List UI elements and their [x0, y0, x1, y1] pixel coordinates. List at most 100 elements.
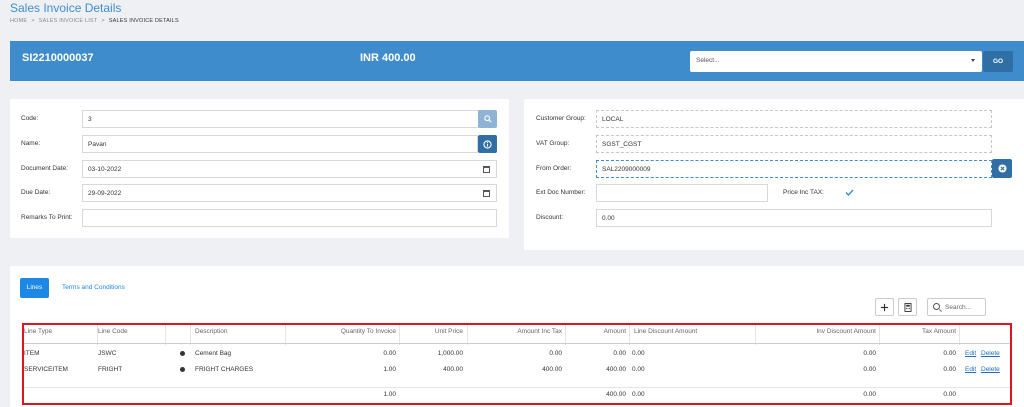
plus-icon — [880, 303, 889, 311]
cell-amount-inc-tax: 400.00 — [542, 366, 562, 373]
ext-doc-number-label: Ext Doc Number: — [536, 189, 586, 196]
header-description[interactable]: Description — [195, 328, 228, 335]
cell-unit-price: 1,000.00 — [437, 350, 463, 357]
name-label: Name: — [21, 140, 41, 147]
document-date-label: Document Date: — [21, 165, 68, 172]
lines-panel: Lines Terms and Conditions Search... Lin… — [10, 266, 1024, 407]
code-search-button[interactable] — [478, 110, 497, 128]
caret-down-icon — [971, 59, 975, 62]
name-field[interactable]: Pavan — [82, 135, 478, 153]
page-title: Sales Invoice Details — [10, 1, 122, 15]
header-amount-inc-tax[interactable]: Amount Inc Tax — [517, 328, 562, 335]
edit-link[interactable]: Edit — [965, 350, 976, 357]
invoice-lines-grid: Line Type Line Code Description Quantity… — [22, 323, 1012, 405]
tab-lines[interactable]: Lines — [20, 278, 49, 298]
cell-quantity: 1.00 — [383, 366, 396, 373]
vat-group-label: VAT Group: — [536, 140, 570, 147]
search-icon — [483, 115, 492, 123]
cell-tax-amount: 0.00 — [943, 350, 956, 357]
customer-group-field[interactable]: LOCAL — [596, 110, 992, 128]
info-icon[interactable] — [180, 367, 185, 372]
document-date-value: 03-10-2022 — [88, 166, 122, 173]
invoice-header-banner: SI2210000037 INR 400.00 Select... GO — [10, 41, 1024, 81]
tab-terms-and-conditions[interactable]: Terms and Conditions — [62, 284, 125, 291]
calculator-icon — [903, 302, 912, 312]
due-date-value: 29-09-2022 — [88, 190, 122, 197]
total-quantity: 1.00 — [383, 391, 396, 398]
grid-search-placeholder: Search... — [945, 304, 972, 311]
calculator-button[interactable] — [898, 298, 917, 316]
action-select-placeholder: Select... — [696, 57, 720, 64]
price-inc-tax-label: Price Inc TAX: — [783, 189, 824, 196]
action-select[interactable]: Select... — [690, 51, 982, 72]
customer-group-label: Customer Group: — [536, 115, 586, 122]
cell-line-code: JSWC — [98, 350, 117, 357]
total-amount: 400.00 — [606, 391, 626, 398]
cell-description: FRIGHT CHARGES — [195, 366, 254, 373]
info-icon[interactable] — [180, 351, 185, 356]
discount-field[interactable]: 0.00 — [596, 209, 992, 227]
breadcrumb-separator: > — [101, 18, 105, 24]
from-order-label: From Order: — [536, 165, 572, 172]
code-label: Code: — [21, 115, 39, 122]
close-circle-icon — [997, 164, 1007, 173]
breadcrumb: HOME > SALES INVOICE LIST > SALES INVOICE DE… — [10, 18, 179, 24]
header-unit-price[interactable]: Unit Price — [435, 328, 463, 335]
cell-inv-discount: 0.00 — [863, 366, 876, 373]
from-order-field[interactable]: SAL2209000009 — [596, 160, 992, 178]
ext-doc-number-field[interactable] — [596, 184, 768, 202]
cell-inv-discount: 0.00 — [863, 350, 876, 357]
cell-amount: 400.00 — [606, 366, 626, 373]
remarks-label: Remarks To Print: — [21, 214, 73, 221]
discount-label: Discount: — [536, 214, 564, 221]
price-inc-tax-checkbox[interactable] — [845, 189, 854, 196]
header-tax-amount[interactable]: Tax Amount — [922, 328, 956, 335]
name-info-button[interactable] — [478, 135, 497, 153]
delete-link[interactable]: Delete — [981, 366, 1000, 373]
document-number: SI2210000037 — [22, 52, 94, 64]
delete-link[interactable]: Delete — [981, 350, 1000, 357]
total-line-discount: 0.00 — [632, 391, 645, 398]
cell-amount-inc-tax: 0.00 — [549, 350, 562, 357]
document-date-field[interactable]: 03-10-2022 — [82, 160, 497, 178]
breadcrumb-current: SALES INVOICE DETAILS — [108, 18, 179, 24]
cell-quantity: 0.00 — [383, 350, 396, 357]
invoice-total-amount: INR 400.00 — [360, 52, 416, 64]
total-tax-amount: 0.00 — [943, 391, 956, 398]
go-button[interactable]: GO — [983, 51, 1013, 72]
cell-line-type: SERVICEITEM — [24, 366, 68, 373]
header-line-discount-amount[interactable]: Line Discount Amount — [634, 328, 697, 335]
cell-description: Cement Bag — [195, 350, 232, 357]
search-icon — [933, 303, 940, 310]
cell-line-discount: 0.00 — [632, 350, 645, 357]
cell-line-discount: 0.00 — [632, 366, 645, 373]
breadcrumb-sales-invoice-list[interactable]: SALES INVOICE LIST — [39, 18, 98, 24]
invoice-header-form: Code: 3 Name: Pavan Document Date: 03-10… — [10, 99, 509, 238]
due-date-field[interactable]: 29-09-2022 — [82, 184, 497, 202]
vat-group-field[interactable]: SGST_CGST — [596, 135, 992, 153]
header-line-code[interactable]: Line Code — [98, 328, 128, 335]
info-icon — [483, 139, 492, 149]
breadcrumb-home[interactable]: HOME — [10, 18, 27, 24]
code-field[interactable]: 3 — [82, 110, 487, 128]
header-line-type[interactable]: Line Type — [24, 328, 52, 335]
calendar-icon[interactable] — [483, 190, 490, 197]
header-amount[interactable]: Amount — [604, 328, 626, 335]
grid-search-input[interactable]: Search... — [927, 298, 986, 316]
cell-line-code: FRIGHT — [98, 366, 123, 373]
header-quantity-to-invoice[interactable]: Quantity To Invoice — [341, 328, 396, 335]
cell-unit-price: 400.00 — [443, 366, 463, 373]
clear-from-order-button[interactable] — [992, 159, 1012, 178]
breadcrumb-separator: > — [31, 18, 35, 24]
remarks-field[interactable] — [82, 209, 497, 227]
header-inv-discount-amount[interactable]: Inv Discount Amount — [816, 328, 876, 335]
cell-amount: 0.00 — [613, 350, 626, 357]
due-date-label: Due Date: — [21, 189, 51, 196]
cell-line-type: ITEM — [24, 350, 40, 357]
total-inv-discount: 0.00 — [863, 391, 876, 398]
edit-link[interactable]: Edit — [965, 366, 976, 373]
cell-tax-amount: 0.00 — [943, 366, 956, 373]
add-line-button[interactable] — [875, 298, 894, 316]
customer-details-form: Customer Group: LOCAL VAT Group: SGST_CG… — [524, 99, 1024, 250]
calendar-icon[interactable] — [483, 166, 490, 173]
